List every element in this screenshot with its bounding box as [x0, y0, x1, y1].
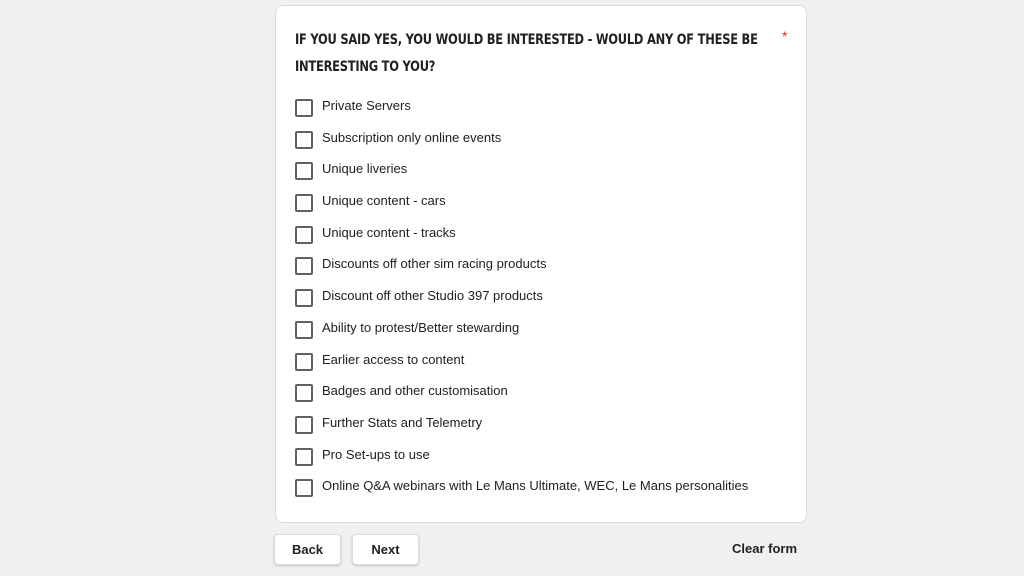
- option-private-servers[interactable]: Private Servers: [295, 97, 748, 129]
- option-stats-telemetry[interactable]: Further Stats and Telemetry: [295, 414, 748, 446]
- option-label: Badges and other customisation: [322, 383, 508, 399]
- option-earlier-access[interactable]: Earlier access to content: [295, 351, 748, 383]
- checkbox[interactable]: [295, 447, 313, 466]
- checkbox[interactable]: [295, 257, 313, 276]
- option-unique-tracks[interactable]: Unique content - tracks: [295, 224, 748, 256]
- option-label: Discount off other Studio 397 products: [322, 288, 543, 304]
- checkbox-options-list: Private Servers Subscription only online…: [295, 97, 748, 509]
- checkbox[interactable]: [295, 194, 313, 213]
- clear-form-button[interactable]: Clear form: [732, 541, 797, 556]
- checkbox[interactable]: [295, 479, 313, 498]
- option-subscription-events[interactable]: Subscription only online events: [295, 129, 748, 161]
- option-label: Earlier access to content: [322, 351, 465, 367]
- option-label: Pro Set-ups to use: [322, 446, 430, 462]
- option-qa-webinars[interactable]: Online Q&A webinars with Le Mans Ultimat…: [295, 477, 748, 509]
- option-unique-liveries[interactable]: Unique liveries: [295, 160, 748, 192]
- option-label: Unique liveries: [322, 161, 408, 177]
- option-label: Further Stats and Telemetry: [322, 414, 483, 430]
- next-button[interactable]: Next: [352, 534, 419, 565]
- checkbox[interactable]: [295, 352, 313, 371]
- option-label: Unique content - cars: [322, 193, 446, 209]
- checkbox[interactable]: [295, 384, 313, 403]
- option-badges[interactable]: Badges and other customisation: [295, 382, 748, 414]
- option-label: Discounts off other sim racing products: [322, 256, 547, 272]
- question-card: If you said yes, you would be interested…: [275, 5, 807, 523]
- checkbox[interactable]: [295, 99, 313, 117]
- option-label: Unique content - tracks: [322, 224, 456, 240]
- checkbox[interactable]: [295, 162, 313, 181]
- required-marker: *: [782, 28, 788, 44]
- back-button[interactable]: Back: [274, 534, 341, 565]
- option-label: Ability to protest/Better stewarding: [322, 319, 520, 335]
- option-protest-stewarding[interactable]: Ability to protest/Better stewarding: [295, 319, 748, 351]
- option-label: Subscription only online events: [322, 129, 502, 145]
- question-title: If you said yes, you would be interested…: [295, 32, 758, 75]
- option-label: Online Q&A webinars with Le Mans Ultimat…: [322, 478, 749, 494]
- checkbox[interactable]: [295, 320, 313, 339]
- option-sim-racing-discounts[interactable]: Discounts off other sim racing products: [295, 255, 748, 287]
- checkbox[interactable]: [295, 289, 313, 308]
- checkbox[interactable]: [295, 130, 313, 149]
- checkbox[interactable]: [295, 415, 313, 434]
- option-pro-setups[interactable]: Pro Set-ups to use: [295, 446, 748, 478]
- checkbox[interactable]: [295, 225, 313, 244]
- option-unique-cars[interactable]: Unique content - cars: [295, 192, 748, 224]
- option-label: Private Servers: [322, 98, 411, 113]
- option-studio-discounts[interactable]: Discount off other Studio 397 products: [295, 287, 748, 319]
